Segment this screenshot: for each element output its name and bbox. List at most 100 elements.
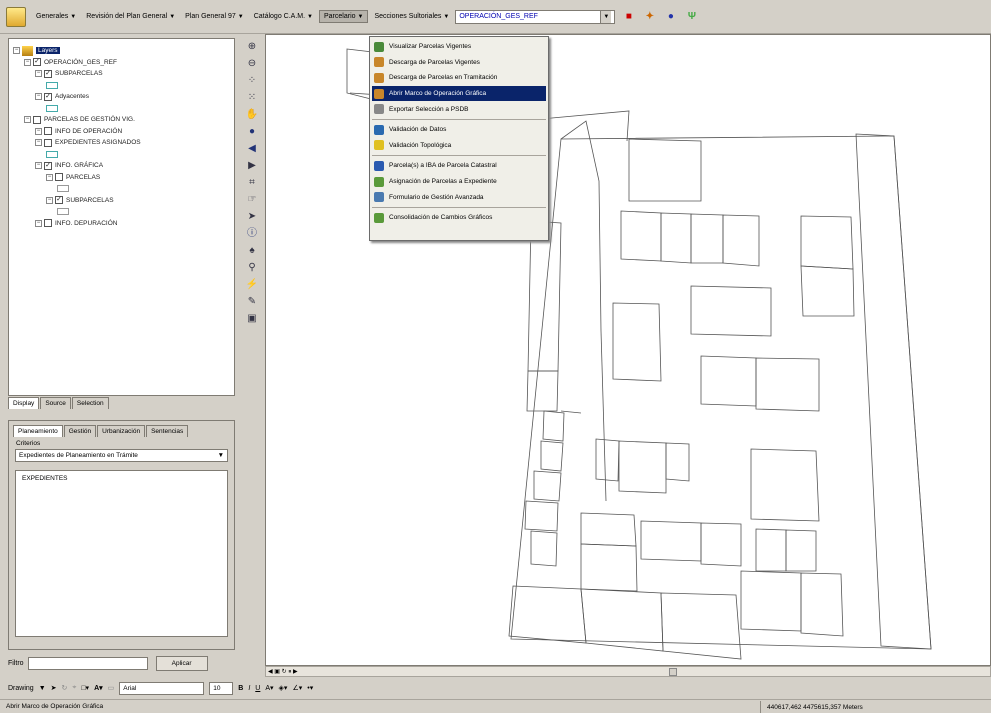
- map-select-icon[interactable]: ⌗: [245, 176, 259, 190]
- find-icon[interactable]: ♠: [245, 244, 259, 258]
- toc-row[interactable]: − ✓ OPERACIÓN_GES_REF: [13, 57, 230, 69]
- text-icon[interactable]: A▾: [94, 684, 103, 692]
- chevron-down-icon[interactable]: ▼: [218, 452, 224, 459]
- apply-button[interactable]: Aplicar: [155, 655, 208, 671]
- toc-row[interactable]: [13, 206, 230, 218]
- pan-icon[interactable]: ✋: [245, 108, 259, 122]
- bold-icon[interactable]: B: [238, 685, 243, 692]
- menu-item[interactable]: Validación Topológica: [372, 138, 546, 154]
- menu-item[interactable]: Abrir Marco de Operación Gráfica: [372, 85, 546, 102]
- toc-row[interactable]: − INFO. DEPURACIÓN: [13, 218, 230, 230]
- expand-collapse-icon[interactable]: −: [35, 127, 42, 135]
- plant-icon[interactable]: Ψ: [684, 9, 699, 24]
- results-list[interactable]: EXPEDIENTES: [15, 470, 228, 637]
- menu-4[interactable]: Parcelario ▼: [319, 10, 369, 23]
- expand-collapse-icon[interactable]: −: [46, 196, 53, 204]
- menu-item[interactable]: Validación de Datos: [372, 122, 546, 138]
- page-nav-icon[interactable]: ◀ ▣ ↻ ⏸ ▶: [266, 668, 298, 676]
- toc-row[interactable]: [13, 149, 230, 161]
- expand-collapse-icon[interactable]: −: [46, 173, 53, 181]
- line-color-icon[interactable]: ∠▾: [292, 684, 302, 692]
- select-arrow-icon[interactable]: ➤: [245, 210, 259, 224]
- expand-collapse-icon[interactable]: −: [35, 219, 42, 227]
- menu-item[interactable]: Formulario de Gestión Avanzada: [372, 189, 546, 205]
- fill-color-icon[interactable]: ◈▾: [279, 684, 288, 692]
- list-item[interactable]: EXPEDIENTES: [22, 475, 221, 482]
- expand-collapse-icon[interactable]: −: [24, 116, 31, 124]
- tools-icon[interactable]: ✦: [642, 9, 657, 24]
- fixed-zoom-out-icon[interactable]: ⁙: [245, 91, 259, 105]
- menu-item[interactable]: Asignación de Parcelas a Expediente: [372, 174, 546, 190]
- map-horizontal-scrollbar[interactable]: ◀ ▣ ↻ ⏸ ▶: [265, 666, 991, 677]
- menu-0[interactable]: Generales ▼: [32, 11, 80, 22]
- toc-row[interactable]: − PARCELAS: [13, 172, 230, 184]
- menu-item[interactable]: Exportar Selección a PSDB: [372, 101, 546, 117]
- toc-row[interactable]: − ✓ INFO. GRÁFICA: [13, 160, 230, 172]
- menu-item[interactable]: Consolidación de Cambios Gráficos: [372, 210, 546, 226]
- layer-checkbox[interactable]: [33, 115, 41, 124]
- panel-tab[interactable]: Urbanización: [97, 425, 146, 437]
- toc-tab[interactable]: Source: [40, 397, 71, 409]
- layer-checkbox[interactable]: [55, 173, 63, 182]
- layer-combo[interactable]: OPERACIÓN_GES_REF ▼: [455, 9, 616, 24]
- expand-collapse-icon[interactable]: −: [35, 139, 42, 147]
- panel-tab[interactable]: Sentencias: [146, 425, 189, 437]
- back-icon[interactable]: ◀: [245, 142, 259, 156]
- toc-tab[interactable]: Display: [8, 397, 40, 409]
- toc-row[interactable]: − INFO DE OPERACIÓN: [13, 126, 230, 138]
- menu-item[interactable]: Visualizar Parcelas Vigentes: [372, 39, 546, 55]
- callout-icon[interactable]: ▭: [108, 684, 115, 692]
- globe-icon[interactable]: ●: [245, 125, 259, 139]
- scroll-thumb[interactable]: [669, 668, 677, 676]
- forward-icon[interactable]: ▶: [245, 159, 259, 173]
- toc-row[interactable]: [13, 103, 230, 115]
- zoom-out-icon[interactable]: ⊖: [245, 57, 259, 71]
- menu-item[interactable]: Descarga de Parcelas Vigentes: [372, 55, 546, 71]
- fixed-zoom-in-icon[interactable]: ⁘: [245, 74, 259, 88]
- select-element-icon[interactable]: ➤: [51, 684, 57, 692]
- font-select[interactable]: Arial: [119, 681, 205, 695]
- menu-1[interactable]: Revisión del Plan General ▼: [82, 11, 179, 22]
- criterio-select[interactable]: Expedientes de Planeamiento en Trámite ▼: [15, 449, 228, 462]
- toc-row[interactable]: − EXPEDIENTES ASIGNADOS: [13, 137, 230, 149]
- layer-checkbox[interactable]: [44, 219, 52, 228]
- hyperlink-icon[interactable]: ⚡: [245, 278, 259, 292]
- expand-collapse-icon[interactable]: −: [35, 70, 42, 78]
- panel-tab[interactable]: Planeamiento: [13, 425, 63, 437]
- layer-checkbox[interactable]: [44, 127, 52, 136]
- zoom-in-icon[interactable]: ⊕: [245, 40, 259, 54]
- rotate-icon[interactable]: ↻: [62, 684, 68, 692]
- menu-2[interactable]: Plan General 97 ▼: [181, 11, 248, 22]
- underline-icon[interactable]: U: [255, 685, 260, 692]
- font-size-select[interactable]: 10: [209, 681, 234, 695]
- toc-row[interactable]: − ✓ Adyacentes: [13, 91, 230, 103]
- expand-collapse-icon[interactable]: −: [35, 93, 42, 101]
- layer-checkbox[interactable]: ✓: [44, 92, 52, 101]
- drawing-menu[interactable]: Drawing: [8, 685, 34, 692]
- measure-icon[interactable]: ⚲: [245, 261, 259, 275]
- italic-icon[interactable]: I: [248, 685, 250, 692]
- hand-icon[interactable]: ☞: [245, 193, 259, 207]
- chevron-down-icon[interactable]: ▼: [39, 685, 46, 692]
- layer-checkbox[interactable]: [44, 138, 52, 147]
- toc-row[interactable]: − PARCELAS DE GESTIÓN VIG.: [13, 114, 230, 126]
- layer-checkbox[interactable]: ✓: [33, 58, 41, 67]
- help-icon[interactable]: ●: [663, 9, 678, 24]
- menu-3[interactable]: Catálogo C.A.M. ▼: [250, 11, 317, 22]
- toc-row[interactable]: − Layers: [13, 45, 230, 57]
- filter-input[interactable]: [27, 656, 148, 670]
- layer-checkbox[interactable]: ✓: [55, 196, 63, 205]
- expand-collapse-icon[interactable]: −: [35, 162, 42, 170]
- menu-item[interactable]: Descarga de Parcelas en Tramitación: [372, 70, 546, 86]
- expand-collapse-icon[interactable]: −: [24, 58, 31, 66]
- menu-item[interactable]: Parcela(s) a IBA de Parcela Catastral: [372, 158, 546, 174]
- toc-row[interactable]: − ✓ SUBPARCELAS: [13, 68, 230, 80]
- layer-checkbox[interactable]: ✓: [44, 69, 52, 78]
- font-color-icon[interactable]: A▾: [265, 684, 273, 692]
- layer-checkbox[interactable]: ✓: [44, 161, 52, 170]
- menu-5[interactable]: Secciones Sultoriales ▼: [370, 11, 453, 22]
- expand-collapse-icon[interactable]: −: [13, 47, 20, 55]
- edit-pencil-icon[interactable]: ✎: [245, 295, 259, 309]
- stop-icon[interactable]: ■: [621, 9, 636, 24]
- chevron-down-icon[interactable]: ▼: [600, 10, 612, 23]
